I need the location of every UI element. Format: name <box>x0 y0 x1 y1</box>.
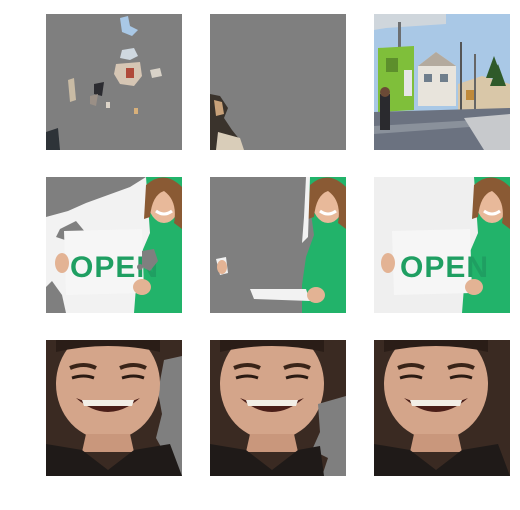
boy-masked-corner-image <box>210 340 346 476</box>
open-sign-text: OPEN <box>400 251 489 284</box>
image-grid: OPEN OPEN <box>0 0 520 510</box>
open-sign-masked-heavy-image <box>210 177 346 313</box>
boy-masked-edge-image <box>46 340 182 476</box>
boy-original-image <box>374 340 510 476</box>
street-masked-sparse-image <box>46 14 182 150</box>
street-original-image <box>374 14 510 150</box>
open-sign-masked-partial-image: OPEN <box>46 177 182 313</box>
street-masked-heavy-image <box>210 14 346 150</box>
open-sign-original-image: OPEN <box>374 177 510 313</box>
